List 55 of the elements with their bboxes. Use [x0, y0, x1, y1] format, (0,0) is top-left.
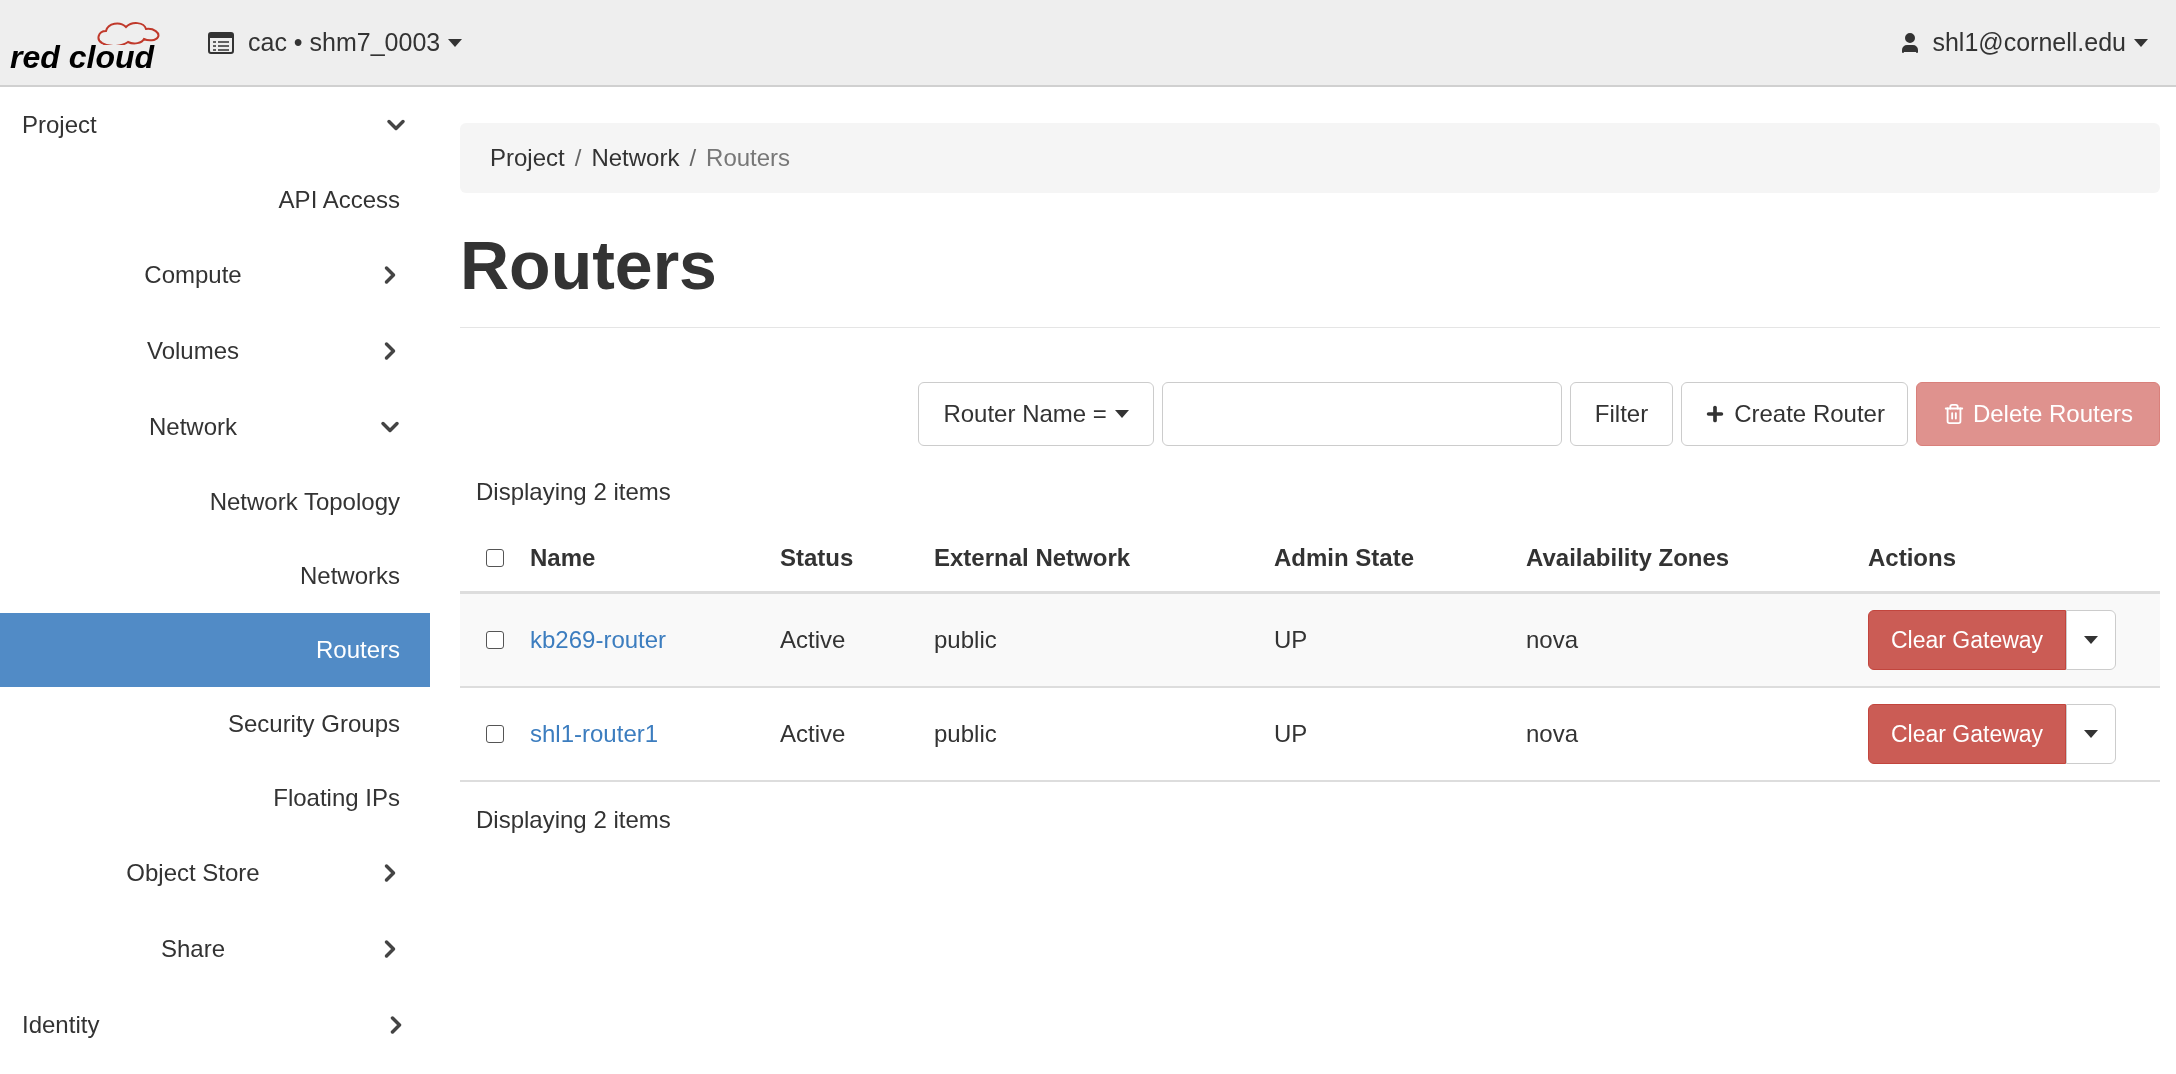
table-cell: public [934, 720, 997, 747]
sidebar-group[interactable]: Identity [0, 987, 430, 1063]
sidebar-group[interactable]: Object Store [0, 835, 430, 911]
create-router-button[interactable]: Create Router [1681, 382, 1908, 446]
column-header: Availability Zones [1526, 543, 1730, 571]
router-name-link[interactable]: kb269-router [530, 626, 667, 653]
column-header: Admin State [1274, 543, 1414, 571]
filter-button[interactable]: Filter [1569, 382, 1674, 446]
table-cell: UP [1274, 626, 1308, 653]
row-checkbox[interactable] [486, 725, 504, 743]
breadcrumb-separator: / [573, 143, 583, 173]
sidebar-group[interactable]: Share [0, 911, 430, 987]
table-cell: Active [780, 626, 846, 653]
column-header: External Network [934, 543, 1131, 571]
sidebar-group[interactable]: Project [0, 87, 430, 163]
table-cell: UP [1274, 720, 1308, 747]
caret-icon [2134, 38, 2148, 47]
caret-icon [2084, 636, 2099, 644]
sidebar-item[interactable]: Routers [0, 613, 430, 687]
item-count: Displaying 2 items [475, 805, 672, 835]
column-header: Name [530, 543, 596, 571]
breadcrumb-separator: / [688, 143, 698, 173]
trash-icon [1942, 403, 1965, 425]
clear-gateway-button[interactable]: Clear Gateway [1868, 610, 2067, 670]
breadcrumb-link[interactable]: Network [591, 140, 680, 176]
column-header: Actions [1868, 543, 1956, 571]
caret-icon [1114, 410, 1129, 418]
table-cell: nova [1526, 720, 1579, 747]
sidebar-item[interactable]: Floating IPs [0, 761, 430, 835]
filter-field-dropdown[interactable]: Router Name = [918, 382, 1154, 446]
filter-input-field[interactable] [1161, 382, 1562, 446]
breadcrumb-link[interactable]: Project [490, 140, 565, 176]
router-name-link[interactable]: shl1-router1 [530, 720, 659, 747]
sidebar-item[interactable]: Security Groups [0, 687, 430, 761]
table-cell: public [934, 626, 997, 653]
table-cell: Active [780, 720, 846, 747]
column-header: Status [780, 543, 854, 571]
user-menu[interactable]: shl1@cornell.edu [1898, 23, 2148, 62]
sidebar-group[interactable]: Network [0, 389, 430, 465]
table-cell: nova [1526, 626, 1579, 653]
item-count: Displaying 2 items [475, 477, 672, 507]
sidebar-item[interactable]: API Access [0, 163, 430, 237]
sidebar-group[interactable]: Volumes [0, 313, 430, 389]
page-title: Routers [460, 231, 718, 299]
row-checkbox[interactable] [486, 548, 504, 567]
project-menu[interactable]: cac • shm7_0003 [208, 23, 463, 62]
caret-icon [2084, 730, 2099, 738]
caret-icon [448, 38, 463, 47]
sidebar-item[interactable]: Network Topology [0, 465, 430, 539]
logo-text: red cloud [10, 41, 154, 73]
clear-gateway-button[interactable]: Clear Gateway [1868, 704, 2067, 764]
list-icon [208, 31, 234, 54]
row-checkbox[interactable] [486, 631, 504, 649]
sidebar-group[interactable]: Compute [0, 237, 430, 313]
sidebar-item[interactable]: Networks [0, 539, 430, 613]
